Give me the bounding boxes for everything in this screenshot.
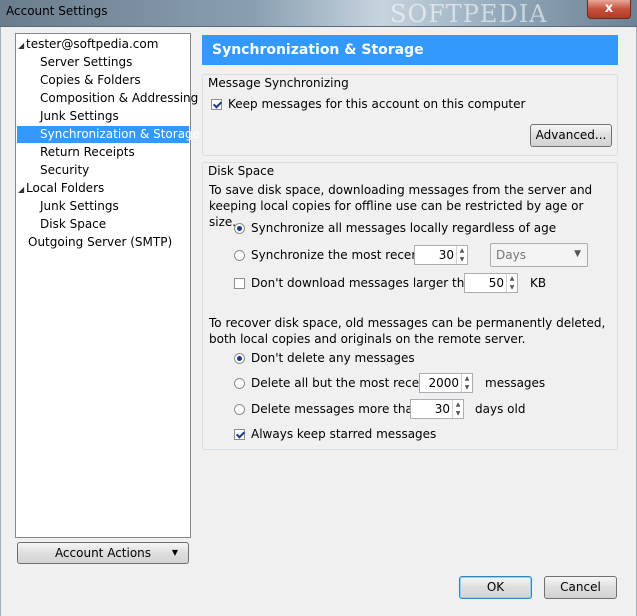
disk-space-title: Disk Space	[208, 164, 275, 178]
tree-item-account[interactable]: ◢ tester@softpedia.com	[18, 36, 188, 53]
sync-recent-radio[interactable]	[234, 250, 245, 261]
chevron-down-icon: ▼	[574, 249, 581, 259]
tree-item-label: Composition & Addressing	[40, 91, 199, 105]
delete-older-option[interactable]: Delete messages more than	[234, 402, 420, 416]
spinner-arrows-icon[interactable]: ▲ ▼	[506, 274, 517, 292]
tree-item-label: Junk Settings	[40, 109, 119, 123]
dont-download-value: 50	[488, 276, 504, 290]
account-actions-label: Account Actions	[54, 546, 152, 560]
delete-all-but-stepper[interactable]: 2000 ▲ ▼	[419, 373, 473, 393]
account-tree[interactable]: ◢ tester@softpedia.com Server Settings Co…	[15, 33, 200, 538]
tree-item-label: Synchronization & Storage	[40, 127, 201, 141]
close-button[interactable]: x	[587, 0, 631, 19]
tree-item-local-junk-settings[interactable]: Junk Settings	[40, 198, 119, 215]
keep-messages-option[interactable]: Keep messages for this account on this c…	[211, 97, 525, 111]
tree-item-label: Return Receipts	[40, 145, 135, 159]
keep-starred-label: Always keep starred messages	[251, 427, 437, 441]
delete-all-but-value: 2000	[428, 376, 459, 390]
watermark-logo: SOFTPEDIA	[390, 0, 548, 28]
dont-download-checkbox[interactable]	[234, 278, 245, 289]
keep-starred-option[interactable]: Always keep starred messages	[234, 427, 436, 441]
delete-older-stepper[interactable]: 30 ▲ ▼	[410, 399, 464, 419]
keep-messages-checkbox[interactable]	[211, 99, 222, 110]
keep-messages-label: Keep messages for this account on this c…	[228, 97, 526, 111]
page-title: Synchronization & Storage	[202, 35, 618, 65]
tree-item-server-settings[interactable]: Server Settings	[40, 54, 132, 71]
tree-item-security[interactable]: Security	[40, 162, 89, 179]
tree-item-label: Copies & Folders	[40, 73, 141, 87]
sync-recent-unit-value: Days	[496, 248, 526, 262]
tree-item-copies-folders[interactable]: Copies & Folders	[40, 72, 141, 89]
delete-all-but-option[interactable]: Delete all but the most recent	[234, 376, 431, 390]
dont-delete-radio[interactable]	[234, 353, 245, 364]
tree-item-composition[interactable]: Composition & Addressing	[40, 90, 198, 107]
spinner-arrows-icon[interactable]: ▲ ▼	[461, 374, 472, 392]
tree-item-label: Security	[40, 163, 90, 177]
spinner-arrows-icon[interactable]: ▲ ▼	[452, 400, 463, 418]
ok-button[interactable]: OK	[459, 576, 532, 599]
advanced-button[interactable]: Advanced...	[530, 124, 612, 147]
cancel-button[interactable]: Cancel	[544, 576, 617, 599]
sync-recent-value: 30	[438, 248, 454, 262]
dont-download-unit: KB	[530, 276, 547, 290]
delete-all-but-radio[interactable]	[234, 378, 245, 389]
delete-older-value: 30	[434, 402, 450, 416]
dont-download-option[interactable]: Don't download messages larger than	[234, 276, 479, 290]
title-bar: Account Settings SOFTPEDIA x	[0, 0, 637, 28]
tree-item-label: Disk Space	[40, 217, 107, 231]
recover-description: To recover disk space, old messages can …	[209, 316, 606, 346]
tree-item-junk-settings[interactable]: Junk Settings	[40, 108, 119, 125]
tree-item-label: Server Settings	[40, 55, 133, 69]
chevron-down-icon: ▼	[171, 548, 178, 557]
triangle-down-icon[interactable]: ◢	[18, 181, 26, 198]
dont-delete-label: Don't delete any messages	[251, 351, 415, 365]
account-actions-button[interactable]: Account Actions ▼	[17, 542, 189, 564]
sync-recent-stepper[interactable]: 30 ▲ ▼	[414, 245, 468, 265]
tree-item-return-receipts[interactable]: Return Receipts	[40, 144, 135, 161]
sync-recent-unit-select[interactable]: Days ▼	[490, 243, 588, 267]
delete-older-radio[interactable]	[234, 404, 245, 415]
message-sync-title: Message Synchronizing	[208, 76, 349, 90]
delete-all-but-unit: messages	[485, 376, 546, 390]
tree-item-disk-space[interactable]: Disk Space	[40, 216, 106, 233]
tree-item-outgoing-server[interactable]: Outgoing Server (SMTP)	[28, 234, 172, 251]
tree-item-label: Outgoing Server (SMTP)	[28, 235, 173, 249]
sync-recent-option[interactable]: Synchronize the most recent	[234, 248, 424, 262]
sync-recent-label: Synchronize the most recent	[251, 248, 424, 262]
dont-download-label: Don't download messages larger than	[251, 276, 480, 290]
delete-older-label: Delete messages more than	[251, 402, 421, 416]
delete-older-unit: days old	[475, 402, 526, 416]
tree-item-label: Local Folders	[26, 181, 105, 195]
triangle-down-icon[interactable]: ◢	[18, 37, 26, 54]
tree-item-label: tester@softpedia.com	[26, 37, 159, 51]
window-title: Account Settings	[6, 4, 108, 18]
sync-all-radio[interactable]	[234, 223, 245, 234]
keep-starred-checkbox[interactable]	[234, 429, 245, 440]
sync-all-label: Synchronize all messages locally regardl…	[251, 221, 557, 235]
spinner-arrows-icon[interactable]: ▲ ▼	[456, 246, 467, 264]
sync-all-option[interactable]: Synchronize all messages locally regardl…	[234, 221, 556, 235]
tree-item-local-folders[interactable]: ◢ Local Folders	[18, 180, 104, 197]
tree-item-sync-storage[interactable]: Synchronization & Storage	[17, 126, 200, 143]
dont-delete-option[interactable]: Don't delete any messages	[234, 351, 415, 365]
tree-item-label: Junk Settings	[40, 199, 119, 213]
delete-all-but-label: Delete all but the most recent	[251, 376, 432, 390]
dont-download-stepper[interactable]: 50 ▲ ▼	[464, 273, 518, 293]
